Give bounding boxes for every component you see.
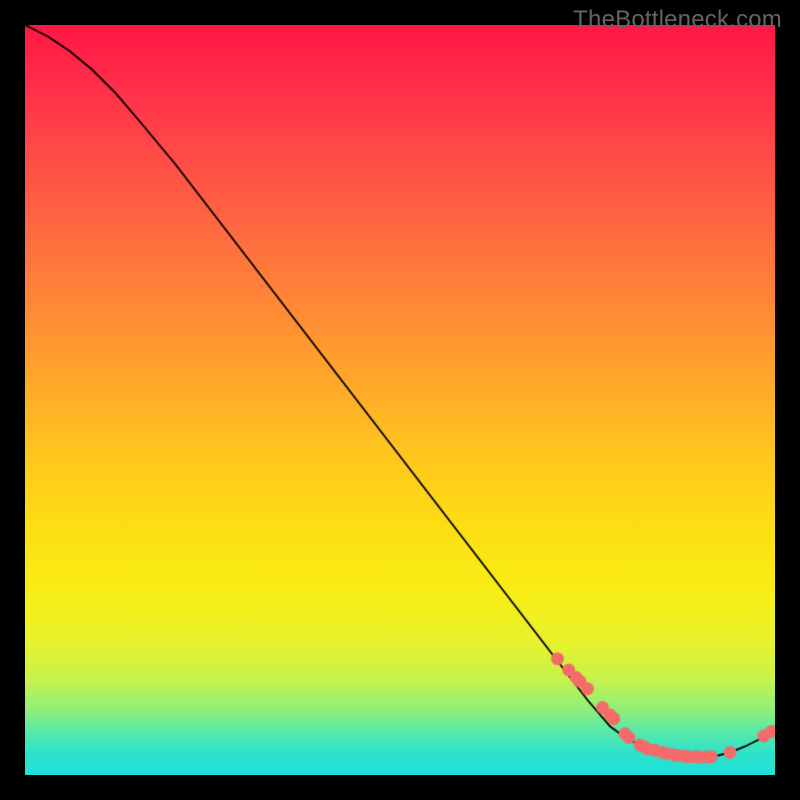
plot-canvas — [25, 25, 775, 775]
watermark-text: TheBottleneck.com — [573, 6, 782, 34]
chart-area — [25, 25, 775, 775]
